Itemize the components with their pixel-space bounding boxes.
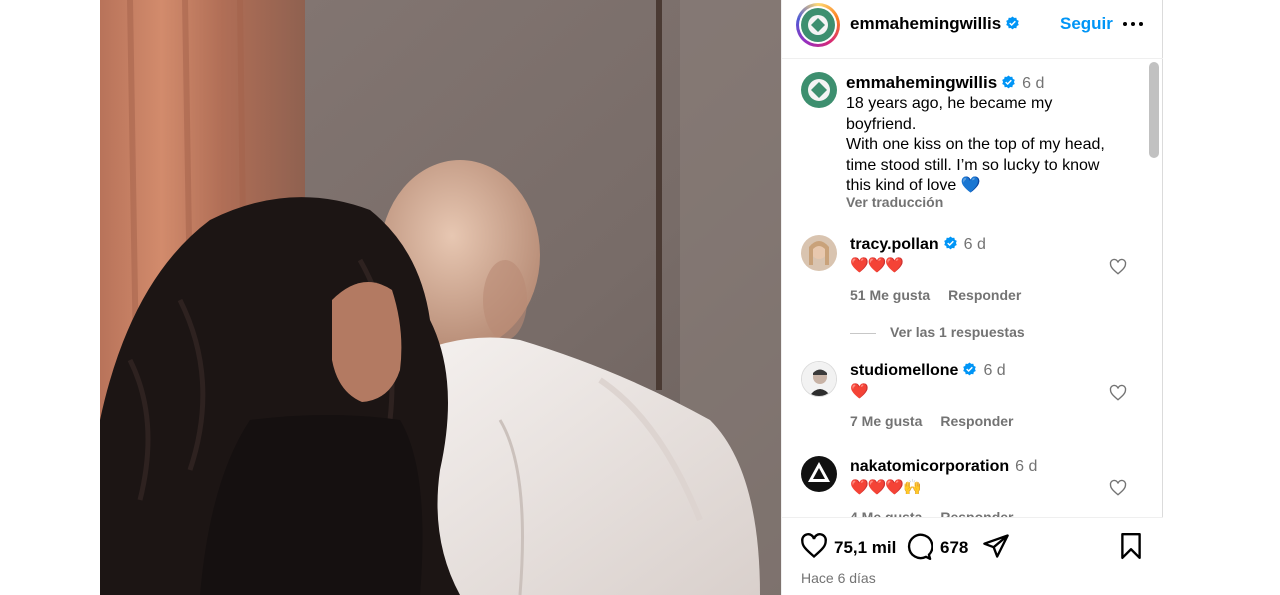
- caption-time[interactable]: 6 d: [1022, 75, 1044, 92]
- post-header: emmahemingwillis Seguir: [782, 0, 1163, 59]
- like-count[interactable]: 75,1 mil: [834, 538, 896, 558]
- commenter-avatar[interactable]: [801, 456, 837, 492]
- like-comment-heart-icon[interactable]: [1109, 384, 1127, 402]
- comment-time[interactable]: 6 d: [983, 362, 1005, 379]
- comment-time[interactable]: 6 d: [1015, 458, 1037, 475]
- verified-icon: [943, 236, 957, 250]
- see-translation-link[interactable]: Ver traducción: [846, 194, 943, 210]
- header-username[interactable]: emmahemingwillis: [850, 14, 1020, 34]
- comment-username[interactable]: nakatomicorporation 6 d: [850, 458, 1037, 476]
- comment-likes[interactable]: 51 Me gusta: [850, 287, 930, 303]
- view-replies-label[interactable]: Ver las 1 respuestas: [890, 324, 1025, 340]
- comment-username-text[interactable]: nakatomicorporation: [850, 458, 1009, 475]
- more-icon[interactable]: [1120, 12, 1146, 36]
- follow-button[interactable]: Seguir: [1060, 14, 1113, 34]
- reply-button[interactable]: Responder: [940, 413, 1013, 429]
- share-icon[interactable]: [982, 532, 1010, 560]
- reply-button[interactable]: Responder: [940, 509, 1013, 517]
- comment-likes[interactable]: 4 Me gusta: [850, 509, 922, 517]
- reply-button[interactable]: Responder: [948, 287, 1021, 303]
- caption-avatar[interactable]: [801, 72, 837, 108]
- comment-username[interactable]: studiomellone 6 d: [850, 362, 1006, 380]
- comment-text: ❤️: [850, 383, 869, 400]
- caption-username[interactable]: emmahemingwillis 6 d: [846, 73, 1044, 93]
- comment-count[interactable]: 678: [940, 538, 968, 558]
- comment-meta: 51 Me gusta Responder: [850, 287, 1039, 303]
- verified-icon: [963, 362, 977, 376]
- scrollbar-thumb[interactable]: [1149, 62, 1159, 158]
- caption-line: boyfriend.: [846, 115, 917, 133]
- comment-likes[interactable]: 7 Me gusta: [850, 413, 922, 429]
- comment-username-text[interactable]: studiomellone: [850, 362, 958, 379]
- like-comment-heart-icon[interactable]: [1109, 479, 1127, 497]
- like-comment-heart-icon[interactable]: [1109, 258, 1127, 276]
- comments-scroll-area[interactable]: emmahemingwillis 6 d 18 years ago, he bec…: [782, 59, 1163, 517]
- comment-username-text[interactable]: tracy.pollan: [850, 236, 939, 253]
- commenter-avatar[interactable]: [801, 235, 837, 271]
- comment-username[interactable]: tracy.pollan 6 d: [850, 236, 986, 254]
- comment-meta: 4 Me gusta Responder: [850, 509, 1031, 517]
- caption-line: With one kiss on the top of my head,: [846, 136, 1105, 153]
- comment-text: ❤️❤️❤️🙌: [850, 479, 922, 496]
- author-avatar[interactable]: [801, 8, 835, 42]
- caption-line: time stood still. I’m so lucky to know: [846, 156, 1100, 174]
- comment-meta: 7 Me gusta Responder: [850, 413, 1031, 429]
- post-photo[interactable]: [100, 0, 781, 595]
- caption-username-text[interactable]: emmahemingwillis: [846, 73, 997, 92]
- instagram-post-view: emmahemingwillis Seguir emmahemingwillis…: [0, 0, 1280, 595]
- comment-icon[interactable]: [905, 532, 933, 560]
- post-side-panel: emmahemingwillis Seguir emmahemingwillis…: [781, 0, 1163, 595]
- comment-time[interactable]: 6 d: [964, 236, 986, 253]
- view-replies-button[interactable]: Ver las 1 respuestas: [850, 324, 1025, 340]
- verified-icon: [1002, 75, 1015, 89]
- caption-line: 18 years ago, he became my: [846, 95, 1053, 112]
- commenter-avatar[interactable]: [801, 361, 837, 397]
- caption-text: 18 years ago, he became my boyfriend. Wi…: [846, 94, 1126, 197]
- header-username-text[interactable]: emmahemingwillis: [850, 14, 1001, 33]
- post-actions-bar: 75,1 mil 678 Hace 6 días: [782, 517, 1163, 595]
- heart-icon[interactable]: [800, 532, 828, 560]
- verified-icon: [1006, 16, 1019, 30]
- replies-divider: [850, 332, 876, 334]
- comment-text: ❤️❤️❤️: [850, 257, 904, 274]
- bookmark-icon[interactable]: [1118, 532, 1144, 560]
- posted-time: Hace 6 días: [801, 570, 876, 586]
- story-ring[interactable]: [796, 3, 840, 47]
